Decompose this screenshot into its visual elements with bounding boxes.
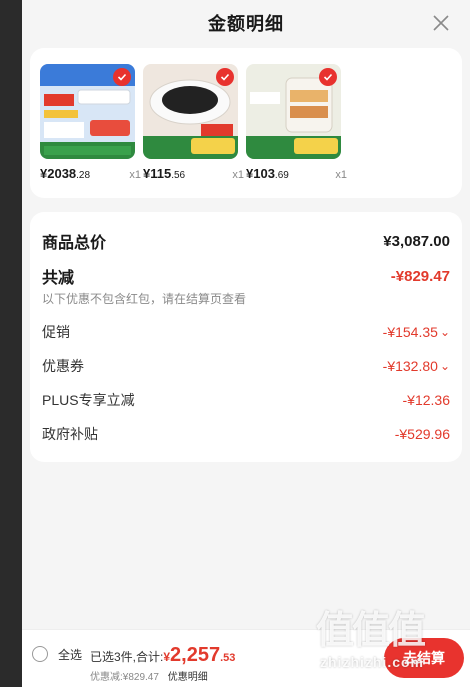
product-price: ¥2038.28	[40, 166, 91, 181]
checked-icon[interactable]	[216, 68, 234, 86]
checked-icon[interactable]	[319, 68, 337, 86]
product-qty: x1	[335, 169, 347, 181]
total-label: 商品总价	[42, 235, 107, 252]
reduce-value: -¥829.47	[390, 267, 450, 285]
product-qty: x1	[129, 169, 141, 181]
product-qty: x1	[232, 169, 244, 181]
subsidy-label: 政府补贴	[42, 426, 98, 442]
chevron-down-icon: ⌄	[439, 359, 450, 373]
price-summary: 商品总价 ¥3,087.00 共减 -¥829.47 以下优惠不包含红包，请在结…	[30, 212, 462, 462]
subsidy-value: -¥529.96	[394, 426, 450, 442]
product-item[interactable]: ¥115.56 x1	[143, 64, 246, 198]
checkout-bar: 全选 已选3件,合计: ¥ 2,257 .53 优惠减:¥829.47 优惠明细…	[22, 629, 470, 687]
select-all-label[interactable]: 全选	[58, 646, 82, 663]
checked-icon[interactable]	[113, 68, 131, 86]
total-row: 商品总价 ¥3,087.00	[30, 226, 462, 256]
coupon-row[interactable]: 优惠券 -¥132.80 ⌄	[30, 349, 462, 383]
selected-summary: 已选3件,合计: ¥ 2,257 .53	[90, 644, 236, 666]
discount-note: 以下优惠不包含红包，请在结算页查看	[42, 292, 247, 306]
product-image	[40, 64, 135, 159]
subsidy-row: 政府补贴 -¥529.96	[30, 417, 462, 451]
close-icon	[433, 15, 449, 31]
promo-value: -¥154.35 ⌄	[382, 324, 450, 340]
page-title: 金额明细	[208, 14, 284, 34]
promo-row[interactable]: 促销 -¥154.35 ⌄	[30, 315, 462, 349]
product-item[interactable]: ¥103.69 x1	[246, 64, 349, 198]
discount-detail-link[interactable]: 优惠明细	[168, 672, 208, 683]
plus-label: PLUS专享立减	[42, 392, 135, 408]
plus-value: -¥12.36	[402, 392, 450, 408]
product-image	[143, 64, 238, 159]
product-price: ¥103.69	[246, 166, 289, 181]
product-image	[246, 64, 341, 159]
product-price: ¥115.56	[143, 166, 186, 181]
select-all-radio[interactable]	[32, 646, 48, 662]
amount-detail-sheet: 金额明细 ¥2038.28 x1 ¥115.56 x1 ¥103.69 x1 商…	[22, 0, 470, 687]
discount-summary: 优惠减:¥829.47 优惠明细	[90, 672, 208, 683]
reduce-row: 共减 -¥829.47	[30, 262, 462, 290]
product-item[interactable]: ¥2038.28 x1	[40, 64, 143, 198]
product-list: ¥2038.28 x1 ¥115.56 x1 ¥103.69 x1	[30, 48, 462, 198]
close-button[interactable]	[428, 10, 454, 36]
plus-row: PLUS专享立减 -¥12.36	[30, 383, 462, 417]
chevron-down-icon: ⌄	[439, 325, 450, 339]
total-amount: 2,257	[170, 644, 221, 666]
total-value: ¥3,087.00	[383, 232, 450, 250]
checkout-button[interactable]: 去结算	[384, 638, 464, 678]
reduce-label: 共减	[42, 270, 75, 287]
promo-label: 促销	[42, 324, 70, 340]
coupon-value: -¥132.80 ⌄	[382, 358, 450, 374]
coupon-label: 优惠券	[42, 358, 84, 374]
sheet-header: 金额明细	[22, 0, 470, 46]
